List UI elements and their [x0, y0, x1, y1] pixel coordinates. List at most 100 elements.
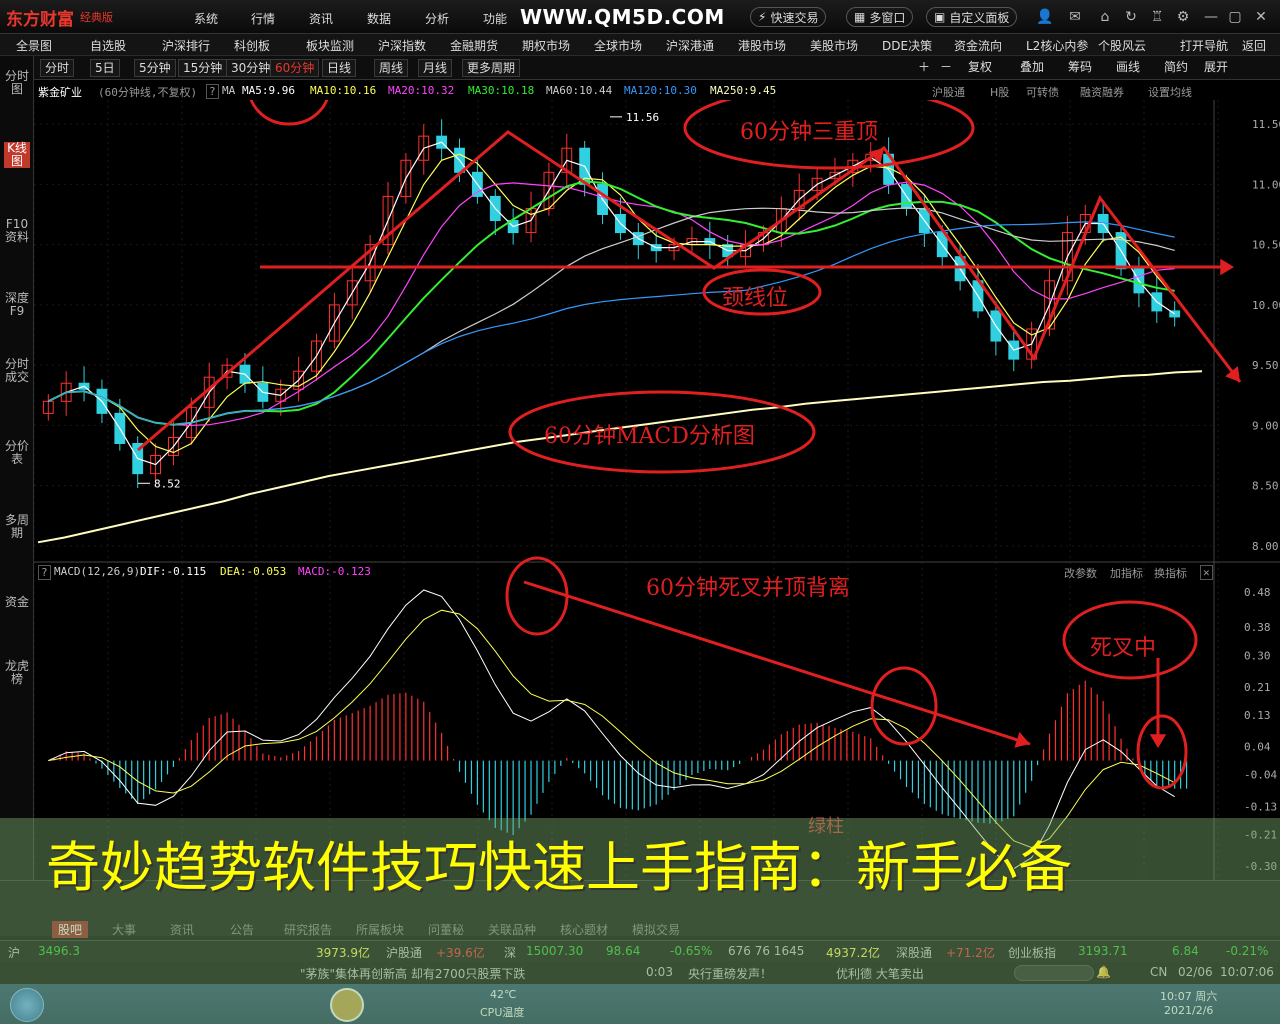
macd-help-icon[interactable]: ? [38, 565, 51, 580]
refresh-icon[interactable]: ↻ [1122, 8, 1140, 26]
nav-item-9[interactable]: 沪深港通 [666, 37, 714, 54]
settings-icon[interactable]: ⚙ [1174, 8, 1192, 26]
menu-data[interactable]: 数据 [367, 10, 391, 27]
edit-params-link[interactable]: 改参数 [1064, 565, 1097, 581]
period-tab-6[interactable]: 日线 [322, 59, 357, 77]
ma-label: MA [222, 84, 236, 97]
nav-item-14[interactable]: L2核心内参 [1026, 37, 1088, 54]
arrow-head-neckline [1220, 258, 1234, 276]
sidebar-item-6[interactable]: 多周期 [4, 514, 30, 540]
nav-item-17[interactable]: 返回 [1242, 37, 1266, 54]
tool-3[interactable]: 画线 [1116, 59, 1140, 77]
macd-second-peak-circle [870, 666, 938, 746]
menu-system[interactable]: 系统 [194, 10, 218, 27]
home-icon[interactable]: ⌂ [1096, 8, 1114, 26]
margin-link[interactable]: 融资融券 [1080, 84, 1124, 100]
price-axis-label: 9.00 [1252, 419, 1279, 432]
nav-item-6[interactable]: 金融期货 [450, 37, 498, 54]
high-mark: 11.56 [626, 111, 659, 124]
banner-title: 奇妙趋势软件技巧快速上手指南：新手必备 [46, 836, 1072, 899]
menu-quotes[interactable]: 行情 [251, 10, 275, 27]
period-tab-5[interactable]: 60分钟 [270, 59, 320, 77]
nav-item-16[interactable]: 打开导航 [1180, 37, 1228, 54]
help-icon[interactable]: ? [206, 84, 219, 99]
period-tab-1[interactable]: 5日 [90, 59, 120, 77]
app-window: 东方财富 经典版 系统 行情 资讯 数据 分析 功能 WWW.QM5D.COM … [0, 0, 1280, 1024]
multi-window-button[interactable]: ▦ 多窗口 [846, 7, 914, 27]
add-indicator-link[interactable]: 加指标 [1110, 565, 1143, 581]
zoom-in-icon[interactable]: ＋ [918, 59, 930, 77]
tool-2[interactable]: 筹码 [1068, 59, 1092, 77]
nav-item-3[interactable]: 科创板 [234, 37, 270, 54]
nav-item-2[interactable]: 沪深排行 [162, 37, 210, 54]
nav-item-4[interactable]: 板块监测 [306, 37, 354, 54]
price-axis-label: 8.50 [1252, 480, 1279, 493]
tool-1[interactable]: 叠加 [1020, 59, 1044, 77]
sidebar-item-1[interactable]: K线图 [4, 142, 30, 168]
macd-value: MACD:-0.123 [298, 565, 371, 578]
zoom-out-icon[interactable]: － [940, 59, 952, 77]
site-watermark: WWW.QM5D.COM [520, 5, 725, 29]
close-indicator-icon[interactable]: ✕ [1200, 565, 1213, 580]
shirt-icon[interactable]: ♖ [1148, 8, 1166, 26]
tool-0[interactable]: 复权 [968, 59, 992, 77]
logo-text: 东方财富 [6, 9, 74, 30]
ma-settings-link[interactable]: 设置均线 [1148, 84, 1192, 100]
nav-item-5[interactable]: 沪深指数 [378, 37, 426, 54]
menu-news[interactable]: 资讯 [309, 10, 333, 27]
chart-mode: (60分钟线,不复权) [98, 86, 198, 99]
macd-axis-label: 0.04 [1244, 741, 1271, 754]
sidebar-item-5[interactable]: 分价表 [4, 440, 30, 466]
hshare-link[interactable]: H股 [990, 84, 1009, 100]
price-axis-label: 10.00 [1252, 299, 1280, 312]
period-tab-2[interactable]: 5分钟 [134, 59, 176, 77]
custom-panel-button[interactable]: ▣ 自定义面板 [926, 7, 1018, 27]
convertible-link[interactable]: 可转债 [1026, 84, 1059, 100]
sidebar-item-4[interactable]: 分时成交 [4, 358, 30, 384]
ma250-line [37, 370, 1203, 544]
nav-item-13[interactable]: 资金流向 [954, 37, 1002, 54]
minimize-icon[interactable]: — [1202, 8, 1220, 26]
ma-info-bar: 紫金矿业 (60分钟线,不复权) ? MA MA5:9.96 MA10:10.1… [34, 82, 1214, 100]
nav-item-0[interactable]: 全景图 [16, 37, 52, 54]
maximize-icon[interactable]: ▢ [1226, 8, 1244, 26]
period-tab-9[interactable]: 更多周期 [462, 59, 521, 77]
sidebar-item-8[interactable]: 龙虎榜 [4, 660, 30, 686]
nav-item-8[interactable]: 全球市场 [594, 37, 642, 54]
period-tab-8[interactable]: 月线 [418, 59, 453, 77]
sidebar-item-7[interactable]: 资金 [4, 596, 30, 609]
mail-icon[interactable]: ✉ [1066, 8, 1084, 26]
sidebar-item-0[interactable]: 分时图 [4, 70, 30, 96]
nav-item-7[interactable]: 期权市场 [522, 37, 570, 54]
arrow-head-down [1225, 366, 1240, 382]
ma30-value: MA30:10.18 [468, 84, 535, 97]
dea-value: DEA:-0.053 [220, 565, 287, 578]
menu-functions[interactable]: 功能 [483, 10, 507, 27]
tool-4[interactable]: 简约 [1164, 59, 1188, 77]
trend-zigzag [137, 130, 1242, 452]
quick-trade-button[interactable]: ⚡ 快速交易 [750, 7, 827, 27]
nav-item-1[interactable]: 自选股 [90, 37, 126, 54]
switch-indicator-link[interactable]: 换指标 [1154, 565, 1187, 581]
period-circle [249, 100, 329, 126]
kline-chart[interactable]: 11.50 11.00 10.50 10.00 9.50 9.00 8.50 8.00 11.5… [34, 100, 1280, 880]
nav-item-12[interactable]: DDE决策 [882, 37, 932, 54]
arrow-head-cross [1149, 734, 1167, 748]
menu-analysis[interactable]: 分析 [425, 10, 449, 27]
grid-icon: ▦ [854, 10, 866, 24]
period-tab-3[interactable]: 15分钟 [178, 59, 228, 77]
app-logo: 东方财富 经典版 [6, 6, 113, 30]
nav-item-11[interactable]: 美股市场 [810, 37, 858, 54]
panel-icon: ▣ [934, 10, 946, 24]
period-tab-0[interactable]: 分时 [40, 59, 75, 77]
tool-5[interactable]: 展开 [1204, 59, 1228, 77]
sidebar-item-3[interactable]: 深度F9 [4, 292, 30, 318]
period-tab-7[interactable]: 周线 [374, 59, 409, 77]
nav-item-10[interactable]: 港股市场 [738, 37, 786, 54]
sidebar-item-2[interactable]: F10资料 [4, 218, 30, 244]
close-icon[interactable]: ✕ [1252, 8, 1270, 26]
hgt-link[interactable]: 沪股通 [932, 84, 965, 100]
period-tab-4[interactable]: 30分钟 [226, 59, 276, 77]
user-icon[interactable]: 👤 [1036, 8, 1054, 26]
nav-item-15[interactable]: 个股风云 [1098, 37, 1146, 54]
